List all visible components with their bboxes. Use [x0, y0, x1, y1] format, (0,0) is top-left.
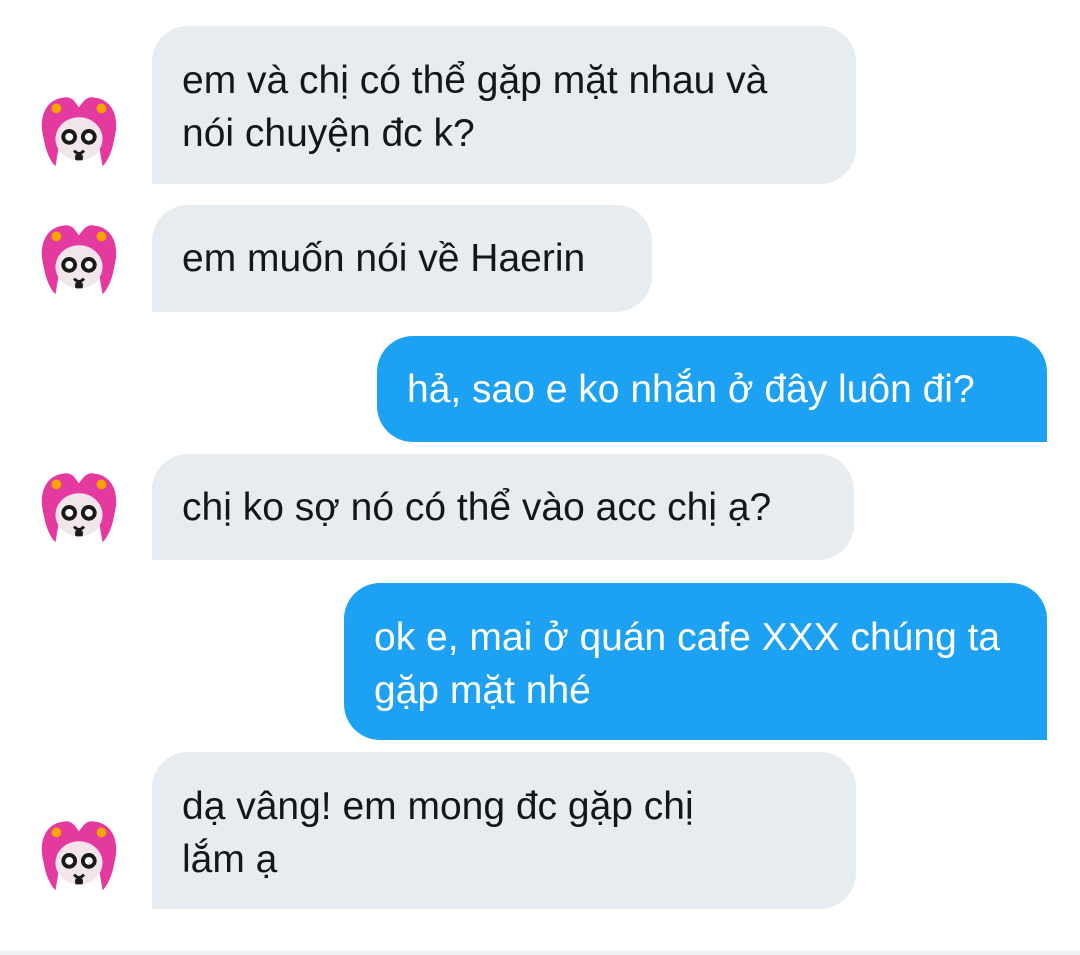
message-bubble-received[interactable]: chị ko sợ nó có thể vào acc chị ạ? — [152, 454, 854, 560]
chat-thread: em và chị có thể gặp mặt nhau và nói chu… — [0, 0, 1080, 955]
message-text: hả, sao e ko nhắn ở đây luôn đi? — [407, 367, 975, 411]
avatar-icon[interactable] — [30, 82, 128, 180]
avatar-icon[interactable] — [30, 458, 128, 556]
avatar-icon[interactable] — [30, 806, 128, 904]
message-bubble-received[interactable]: dạ vâng! em mong đc gặp chị lắm ạ — [152, 752, 856, 909]
avatar-icon[interactable] — [30, 210, 128, 308]
message-bubble-sent[interactable]: ok e, mai ở quán cafe XXX chúng ta gặp m… — [344, 583, 1047, 740]
message-text: chị ko sợ nó có thể vào acc chị ạ? — [182, 485, 772, 529]
message-bubble-received[interactable]: em muốn nói về Haerin — [152, 205, 652, 312]
message-text: ok e, mai ở quán cafe XXX chúng ta gặp m… — [374, 616, 1001, 712]
message-bubble-sent[interactable]: hả, sao e ko nhắn ở đây luôn đi? — [377, 336, 1047, 442]
message-text: em muốn nói về Haerin — [182, 237, 586, 280]
message-bubble-received[interactable]: em và chị có thể gặp mặt nhau và nói chu… — [152, 26, 856, 184]
divider — [0, 951, 1080, 955]
message-text: dạ vâng! em mong đc gặp chị lắm ạ — [182, 785, 694, 881]
message-text: em và chị có thể gặp mặt nhau và nói chu… — [182, 59, 768, 155]
